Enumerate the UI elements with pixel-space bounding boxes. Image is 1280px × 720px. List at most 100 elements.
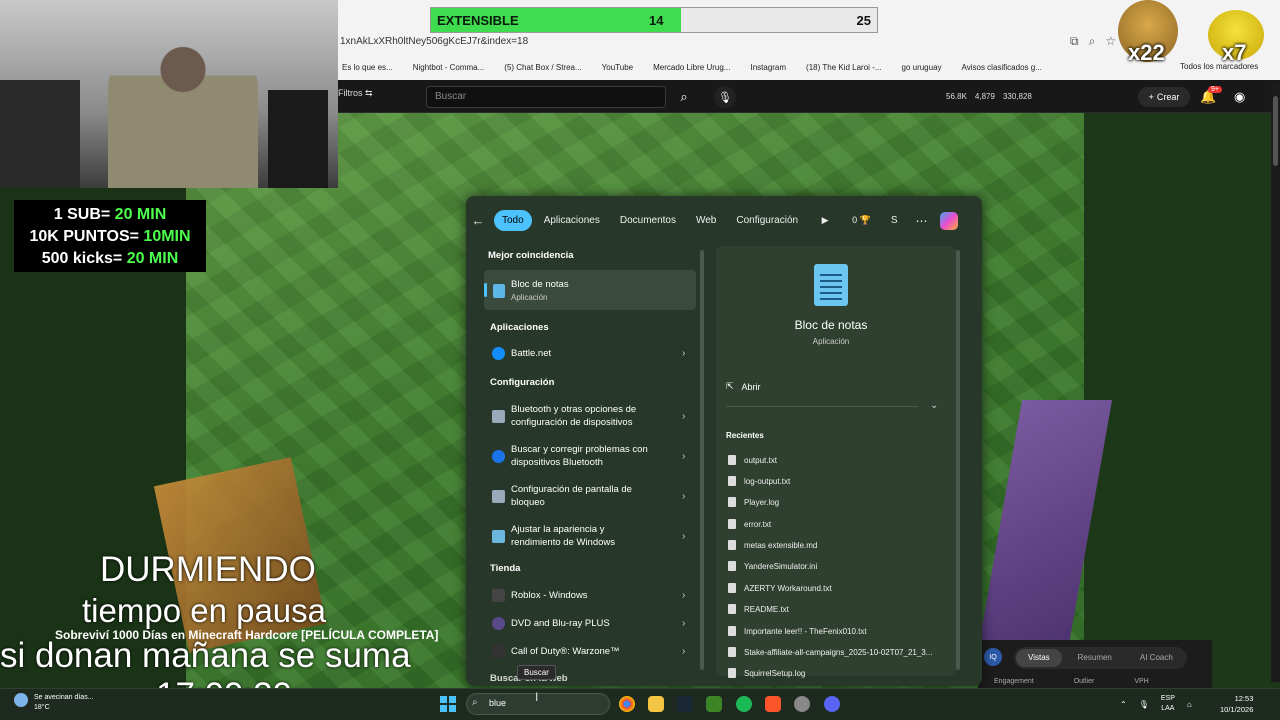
recent-file[interactable]: error.txt xyxy=(728,519,771,529)
bookmark-item[interactable]: YouTube xyxy=(602,63,633,72)
star-icon[interactable]: ☆ xyxy=(1105,34,1116,49)
section-settings: Configuración xyxy=(490,377,555,388)
result-lock-screen[interactable]: Configuración de pantalla de bloqueo › xyxy=(492,483,688,509)
microphone-icon[interactable]: 🎙 xyxy=(714,86,736,108)
chair xyxy=(268,90,328,188)
tab-summary[interactable]: Resumen xyxy=(1066,649,1124,667)
tab-ai-coach[interactable]: AI Coach xyxy=(1128,649,1185,667)
extensible-max: 25 xyxy=(856,13,871,28)
file-explorer-icon[interactable] xyxy=(648,696,664,712)
tab-documents[interactable]: Documentos xyxy=(612,210,684,231)
rule-line: 1 SUB= 20 MIN xyxy=(53,206,167,223)
result-warzone[interactable]: Call of Duty®: Warzone™ › xyxy=(492,645,685,658)
taskbar-clock[interactable]: 12:53 10/1/2026 xyxy=(1220,693,1253,715)
file-icon xyxy=(728,668,736,678)
result-battlenet[interactable]: Battle.net › xyxy=(492,347,685,360)
recent-file[interactable]: Player.log xyxy=(728,497,779,507)
rule-line: 10K PUNTOS= 10MIN xyxy=(29,228,191,245)
rewards-points[interactable]: 0 🏆 xyxy=(852,215,871,226)
preview-scrollbar[interactable] xyxy=(956,250,960,670)
recent-file[interactable]: output.txt xyxy=(728,455,777,465)
tab-apps[interactable]: Aplicaciones xyxy=(536,210,608,231)
search-filter-tabs: ← Todo Aplicaciones Documentos Web Confi… xyxy=(466,210,958,231)
user-initial[interactable]: S xyxy=(891,215,898,226)
tab-web[interactable]: Web xyxy=(688,210,724,231)
file-icon xyxy=(728,476,736,486)
page-scrollbar-thumb[interactable] xyxy=(1273,96,1278,166)
selection-indicator xyxy=(484,283,487,297)
chevron-right-icon: › xyxy=(682,646,686,657)
webcam-feed xyxy=(0,0,338,188)
recent-file[interactable]: metas extensible.md xyxy=(728,540,817,550)
weather-icon xyxy=(14,693,28,707)
tab-all[interactable]: Todo xyxy=(494,210,532,231)
result-bluetooth-options[interactable]: Bluetooth y otras opciones de configurac… xyxy=(492,403,688,429)
account-icon[interactable]: ◉ xyxy=(1234,89,1245,105)
microphone-icon[interactable]: 🎙 xyxy=(1139,700,1149,709)
file-icon xyxy=(728,497,736,507)
all-bookmarks[interactable]: Todos los marcadores xyxy=(1180,62,1258,71)
chevron-down-icon[interactable]: ⌄ xyxy=(930,400,938,411)
recent-file[interactable]: SquirrelSetup.log xyxy=(728,668,805,678)
recent-file[interactable]: Stake-affiliate-all-campaigns_2025-10-02… xyxy=(728,647,932,657)
battlenet-icon xyxy=(492,347,505,360)
status-text: DURMIENDO xyxy=(100,550,316,589)
recent-file[interactable]: Importante leer!! - TheFenix010.txt xyxy=(728,626,867,636)
recent-file[interactable]: AZERTY Workaround.txt xyxy=(728,583,832,593)
discord-icon[interactable] xyxy=(824,696,840,712)
zoom-icon[interactable]: ⌕ xyxy=(1089,34,1096,49)
bookmark-item[interactable]: Nightbot - Comma... xyxy=(413,63,485,72)
play-icon[interactable]: ▶ xyxy=(816,215,834,226)
chevron-up-icon[interactable]: ⌃ xyxy=(1120,700,1127,709)
bookmark-item[interactable]: (18) The Kid Laroi -... xyxy=(806,63,881,72)
streamer xyxy=(108,30,258,188)
bookmark-item[interactable]: Mercado Libre Urug... xyxy=(653,63,730,72)
language-indicator[interactable]: ESP LAA xyxy=(1161,694,1175,714)
sub-rules-panel: 1 SUB= 20 MIN 10K PUNTOS= 10MIN 500 kick… xyxy=(14,200,206,272)
back-arrow-icon[interactable]: ← xyxy=(466,213,490,228)
divider xyxy=(726,406,918,407)
search-icon[interactable]: ⌕ xyxy=(666,86,702,108)
filters-button[interactable]: Filtros ⇆ xyxy=(338,88,373,99)
network-icon[interactable]: ⌂ xyxy=(1187,700,1192,709)
windows-start-icon[interactable] xyxy=(440,696,456,712)
recent-file[interactable]: README.txt xyxy=(728,604,789,614)
best-match-item[interactable] xyxy=(484,270,696,310)
result-dvd[interactable]: DVD and Blu-ray PLUS › xyxy=(492,617,685,630)
spotify-icon[interactable] xyxy=(736,696,752,712)
section-store: Tienda xyxy=(490,563,521,574)
extensible-progress-bar: EXTENSIBLE 14 25 xyxy=(430,7,878,33)
address-bar[interactable]: 1xnAkLxXRh0ltNey506gKcEJ7r&index=18 xyxy=(338,32,1178,52)
minecraft-icon[interactable] xyxy=(706,696,722,712)
weather-widget[interactable]: Se avecinan días... 18°C xyxy=(14,693,94,713)
bookmark-item[interactable]: go uruguay xyxy=(902,63,942,72)
bookmark-item[interactable]: Instagram xyxy=(750,63,786,72)
create-button[interactable]: + Crear xyxy=(1138,87,1190,107)
tab-settings[interactable]: Configuración xyxy=(728,210,806,231)
page-scrollbar[interactable] xyxy=(1271,82,1280,682)
install-icon[interactable]: ⧉ xyxy=(1070,34,1079,49)
bookmark-item[interactable]: Es lo que es... xyxy=(342,63,393,72)
site-search-input[interactable]: Buscar xyxy=(426,86,666,108)
results-scrollbar[interactable] xyxy=(700,250,704,670)
bookmark-item[interactable]: Avisos clasificados g... xyxy=(962,63,1042,72)
more-options-icon[interactable]: ⋯ xyxy=(916,214,928,228)
brave-icon[interactable] xyxy=(765,696,781,712)
bookmark-item[interactable]: (5) Chat Box / Strea... xyxy=(504,63,581,72)
result-bluetooth-troubleshoot[interactable]: Buscar y corregir problemas con disposit… xyxy=(492,443,688,469)
recents-title: Recientes xyxy=(726,431,764,440)
result-appearance[interactable]: Ajustar la apariencia y rendimiento de W… xyxy=(492,523,688,549)
chrome-icon[interactable] xyxy=(619,696,635,712)
stat-value: 56.8K xyxy=(946,92,967,101)
recent-file[interactable]: log-output.txt xyxy=(728,476,790,486)
recent-file[interactable]: YandereSimulator.ini xyxy=(728,561,817,571)
copilot-icon[interactable] xyxy=(939,211,958,230)
result-roblox[interactable]: Roblox - Windows › xyxy=(492,589,685,602)
preview-subtitle: Aplicación xyxy=(812,337,850,346)
multiplier-left: x22 xyxy=(1128,40,1165,65)
steam-icon[interactable] xyxy=(677,696,693,712)
open-action[interactable]: ⇱ Abrir xyxy=(726,381,761,392)
obs-icon[interactable] xyxy=(794,696,810,712)
notification-badge: 9+ xyxy=(1208,86,1222,93)
tab-views[interactable]: Vistas xyxy=(1016,649,1062,667)
